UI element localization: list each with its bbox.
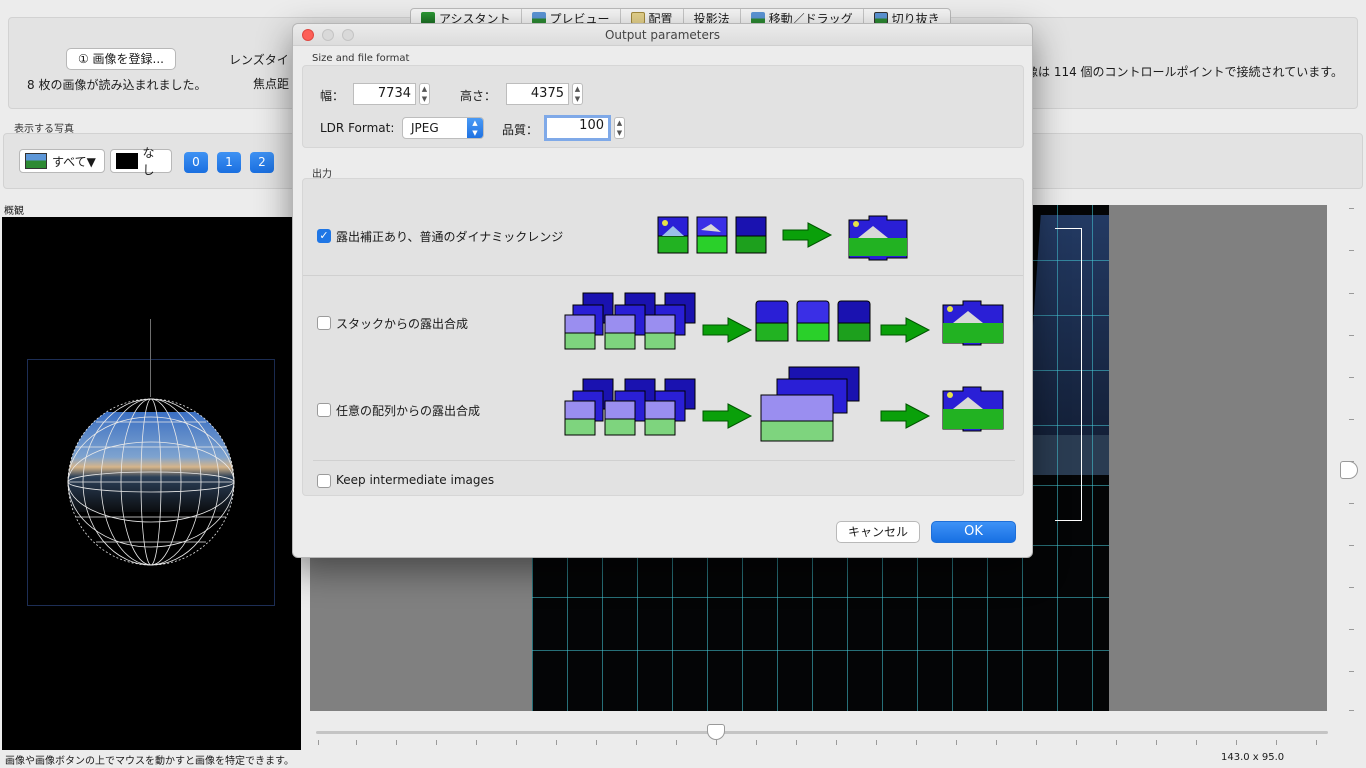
load-images-button[interactable]: ① 画像を登録... [66,48,176,70]
focal-length-label: 焦点距 [253,77,290,91]
lens-type-label: レンズタイ [229,53,289,67]
stack-fusion-label: スタックからの露出合成 [336,317,469,331]
arbitrary-fusion-diagram [564,366,1004,442]
ok-button[interactable]: OK [931,521,1016,543]
height-label: 高さ： [460,89,497,103]
size-section-label: Size and file format [312,53,410,64]
exposure-corrected-checkbox[interactable]: ✓ [317,229,331,243]
quality-stepper[interactable]: ▲ ▼ [614,117,625,139]
slider-ticks [316,740,1328,746]
image-toggle-1[interactable]: 1 [217,152,241,173]
loaded-images-text: 8 枚の画像が読み込まれました。 [27,78,207,92]
image-toggle-0[interactable]: 0 [184,152,208,173]
output-section-box: ✓ 露出補正あり、普通のダイナミックレンジ スタックからの露出合成 任意の配列か… [302,178,1024,496]
dialog-titlebar: Output parameters [293,24,1032,46]
all-images-icon [25,153,47,169]
keep-intermediate-checkbox[interactable] [317,474,331,488]
crop-frame[interactable] [1055,228,1082,521]
status-bar: 画像や画像ボタンの上でマウスを動かすと画像を特定できます。 143.0 x 95… [0,751,1366,768]
height-stepper[interactable]: ▲ ▼ [572,83,583,105]
dialog-title: Output parameters [604,28,721,42]
close-window-icon[interactable] [302,29,314,41]
size-section-box: 幅： 7734 ▲ ▼ 高さ： 4375 ▲ ▼ LDR Format: JPEG … [302,65,1024,148]
no-images-icon [116,153,138,169]
ldr-format-value: JPEG [411,121,439,135]
status-hint: 画像や画像ボタンの上でマウスを動かすと画像を特定できます。 [5,756,294,767]
minimize-window-icon [322,29,334,41]
arbitrary-fusion-checkbox[interactable] [317,403,331,417]
show-none-label: なし [142,146,155,177]
output-parameters-dialog: Output parameters Size and file format 幅… [292,23,1033,558]
exposure-corrected-diagram [657,215,908,261]
ldr-format-label: LDR Format: [320,121,395,135]
overview-axis-line [150,319,151,397]
chevron-updown-icon: ▲ ▼ [467,118,483,138]
vertical-fov-slider-knob[interactable] [1340,461,1358,479]
image-toggle-2[interactable]: 2 [250,152,274,173]
overview-panel[interactable] [2,217,301,750]
height-field[interactable]: 4375 [506,83,569,105]
show-none-button[interactable]: なし [110,146,172,177]
status-fov: 143.0 x 95.0 [1221,752,1285,763]
overview-label: 概観 [4,206,24,217]
quality-field[interactable]: 100 [544,115,611,141]
horizontal-fov-slider[interactable] [316,731,1328,734]
show-all-label: すべて▼ [52,154,96,169]
stack-fusion-diagram [564,292,1004,350]
control-points-text: 像は 114 個のコントロールポイントで接続されています。 [1026,65,1343,79]
overview-sphere [67,398,235,566]
show-all-button[interactable]: すべて▼ [19,149,105,173]
stack-fusion-checkbox[interactable] [317,316,331,330]
cancel-button[interactable]: キャンセル [836,521,920,543]
divider [303,275,1023,276]
width-stepper[interactable]: ▲ ▼ [419,83,430,105]
width-field[interactable]: 7734 [353,83,416,105]
keep-intermediate-label: Keep intermediate images [336,473,495,487]
arbitrary-fusion-label: 任意の配列からの露出合成 [336,404,481,418]
horizontal-fov-slider-knob[interactable] [707,724,725,740]
width-label: 幅： [320,89,345,103]
zoom-window-icon [342,29,354,41]
quality-label: 品質： [502,123,539,137]
ldr-format-select[interactable]: JPEG ▲ ▼ [402,117,484,139]
divider [313,460,1015,461]
vertical-fov-slider[interactable] [1349,205,1357,715]
exposure-corrected-label: 露出補正あり、普通のダイナミックレンジ [336,230,564,244]
